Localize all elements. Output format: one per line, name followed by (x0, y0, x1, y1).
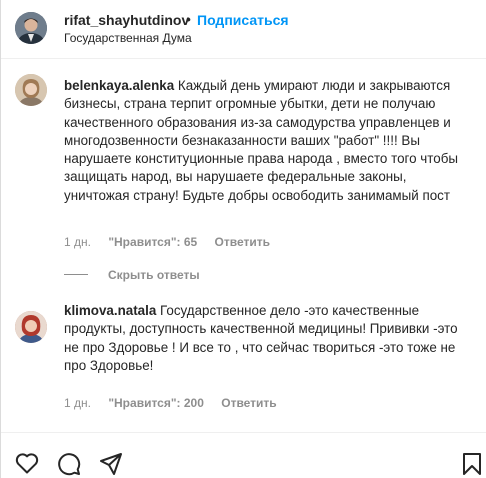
comment-meta: 1 дн. "Нравится": 200 Ответить (64, 396, 291, 410)
comment-body: Каждый день умирают люди и закрываются б… (64, 78, 458, 203)
likes-count[interactable]: "Нравится": 200 (108, 396, 204, 410)
avatar[interactable] (15, 12, 47, 44)
comment-meta: 1 дн. "Нравится": 65 Ответить (64, 235, 284, 249)
hide-replies-button[interactable]: Скрыть ответы (108, 268, 200, 282)
comment-icon[interactable] (57, 452, 81, 478)
divider (64, 274, 88, 275)
post-header: rifat_shayhutdinov • Подписаться Государ… (1, 0, 486, 59)
reply-button[interactable]: Ответить (221, 396, 276, 410)
post-comments-panel: rifat_shayhutdinov • Подписаться Государ… (0, 0, 486, 478)
bookmark-icon[interactable] (461, 452, 483, 478)
share-icon[interactable] (99, 452, 123, 478)
heart-icon[interactable] (15, 452, 39, 478)
header-location[interactable]: Государственная Дума (64, 31, 192, 45)
avatar[interactable] (15, 74, 47, 106)
comment-time[interactable]: 1 дн. (64, 396, 91, 410)
comment-username[interactable]: klimova.natala (64, 303, 156, 318)
comment-time[interactable]: 1 дн. (64, 235, 91, 249)
comment-username[interactable]: belenkaya.alenka (64, 78, 174, 93)
header-username[interactable]: rifat_shayhutdinov (64, 12, 189, 28)
follow-button[interactable]: Подписаться (197, 12, 289, 28)
likes-count[interactable]: "Нравится": 65 (108, 235, 197, 249)
avatar[interactable] (15, 311, 47, 343)
reply-button[interactable]: Ответить (215, 235, 270, 249)
separator-dot: • (186, 11, 191, 27)
comment-text: klimova.natala Государственное дело -это… (64, 302, 472, 375)
comment-text: belenkaya.alenka Каждый день умирают люд… (64, 77, 472, 205)
